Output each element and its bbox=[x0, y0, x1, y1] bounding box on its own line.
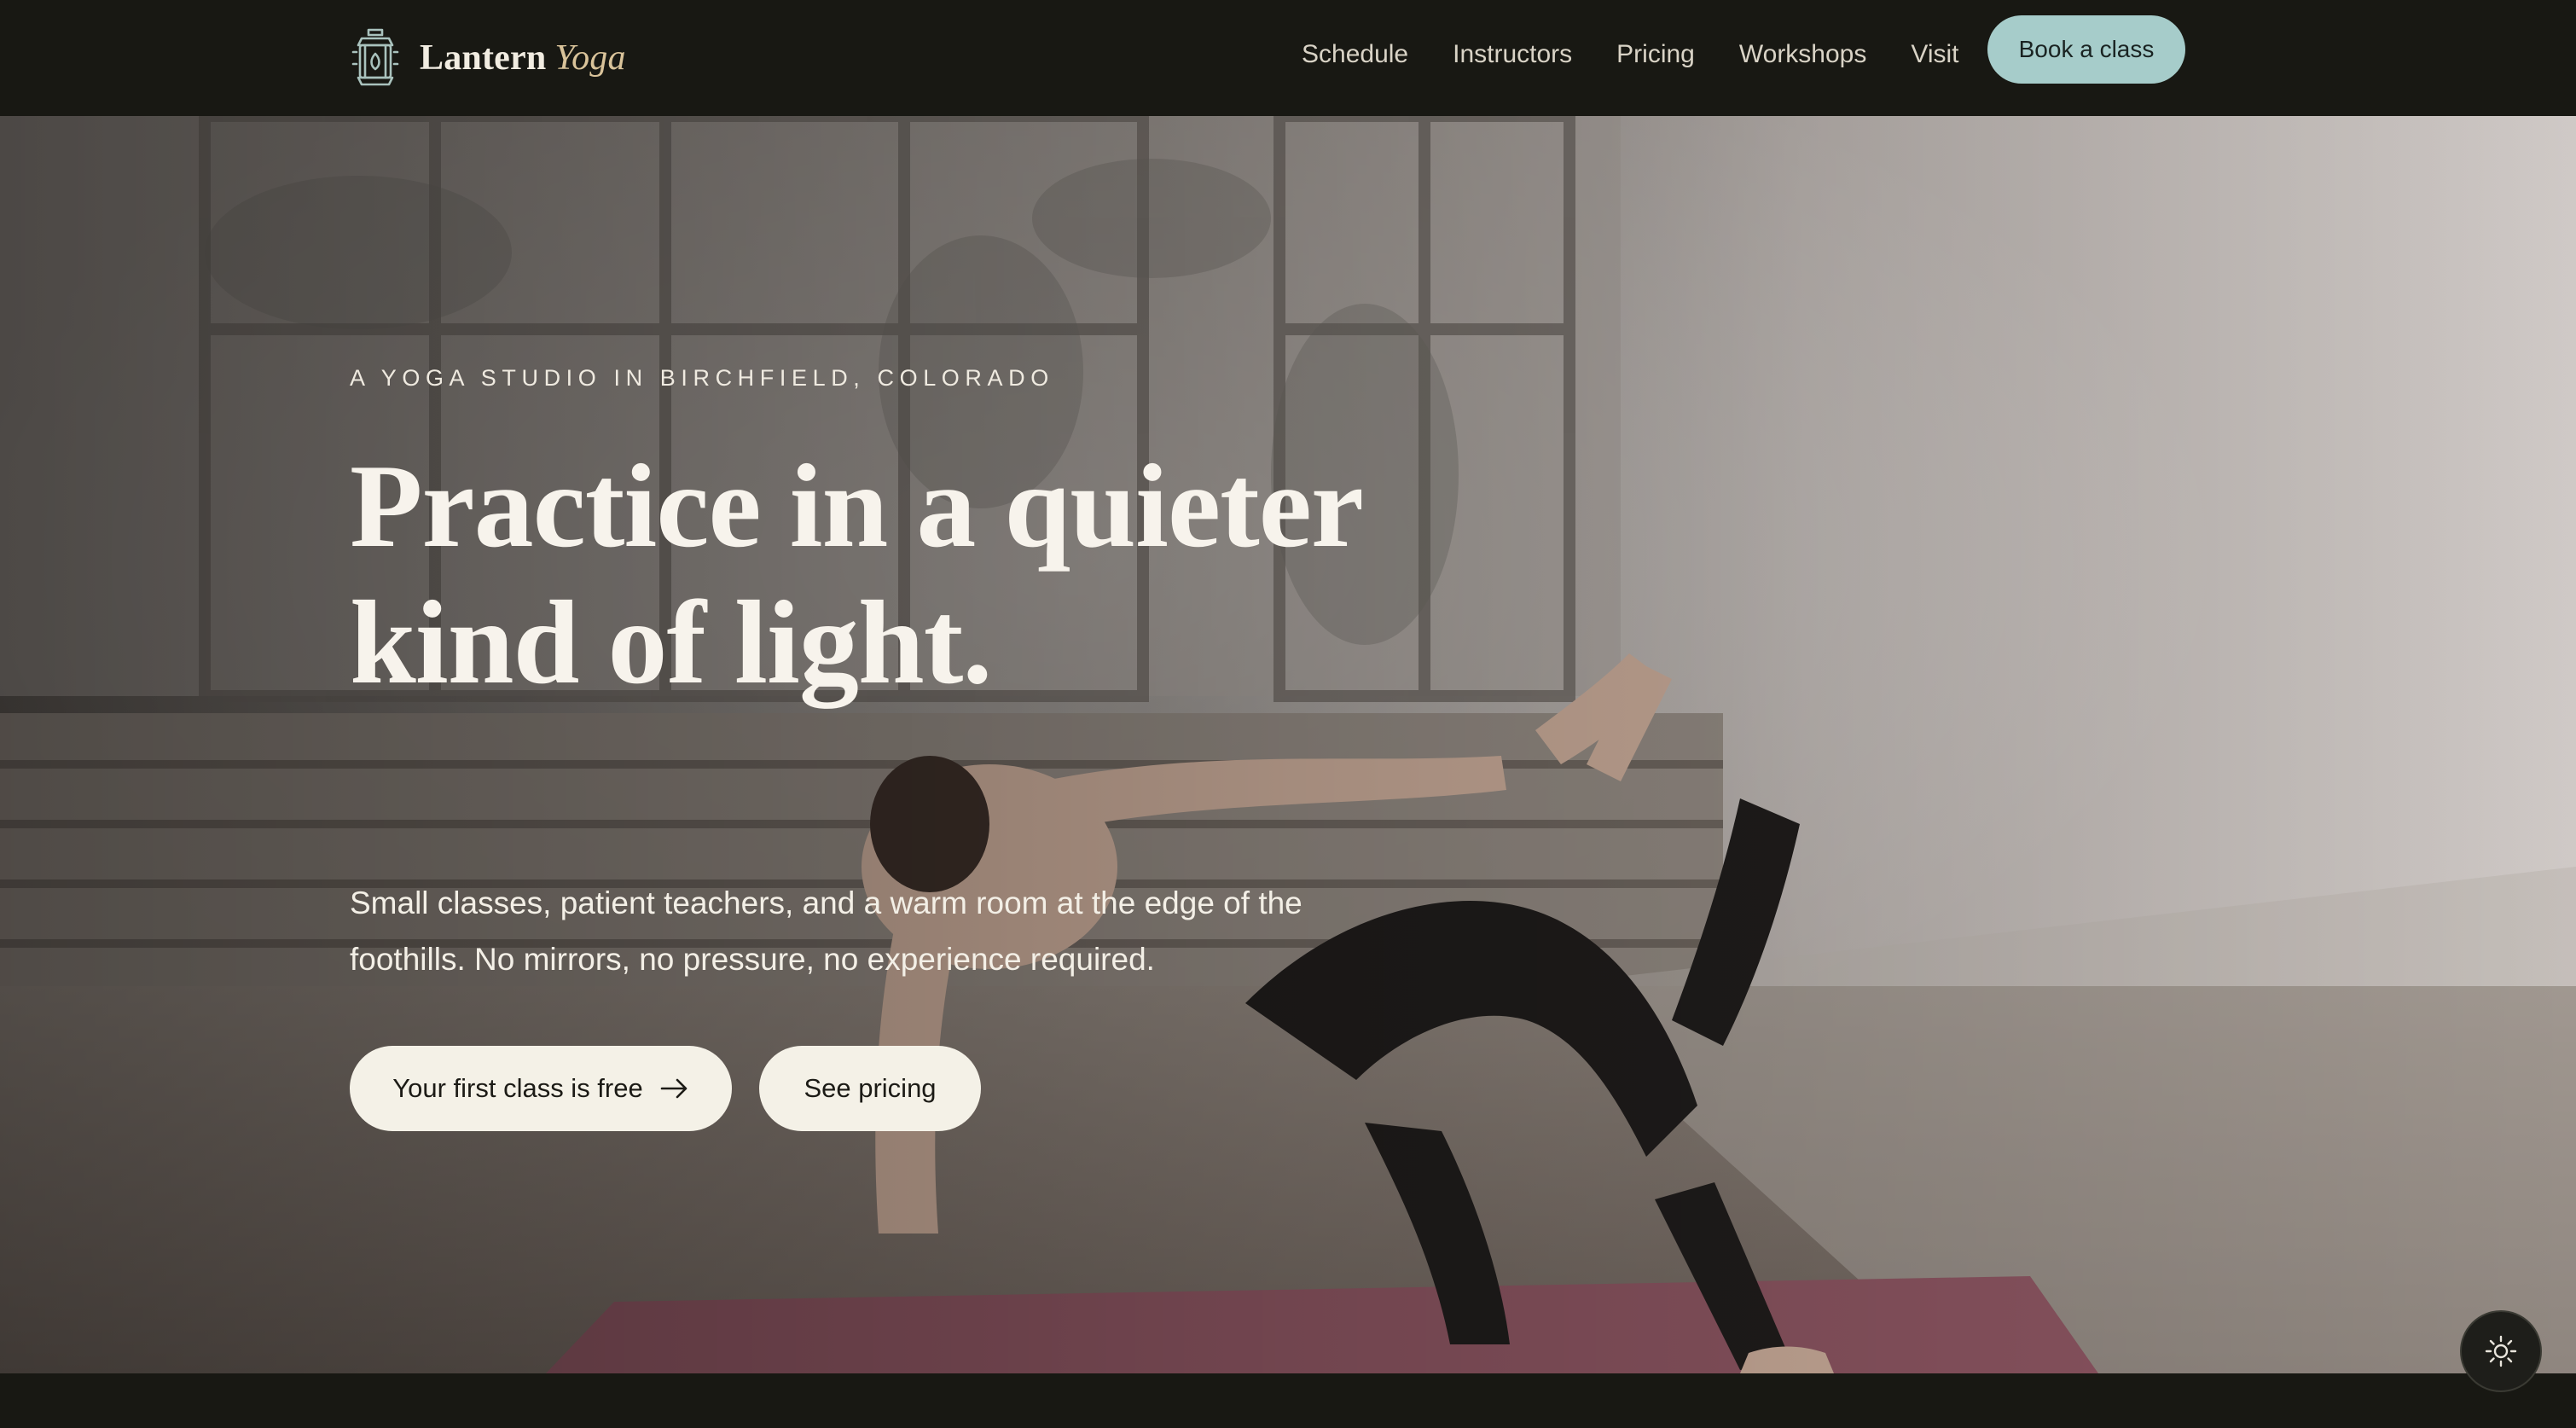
first-class-free-label: Your first class is free bbox=[392, 1073, 643, 1103]
brand-name: Lantern bbox=[420, 38, 547, 78]
hero-background-photo bbox=[0, 116, 2576, 1373]
nav-link-instructors[interactable]: Instructors bbox=[1453, 40, 1572, 69]
hero-lede: Small classes, patient teachers, and a w… bbox=[350, 885, 1303, 977]
hero-eyebrow: A YOGA STUDIO IN BIRCHFIELD, COLORADO bbox=[350, 365, 1054, 391]
nav-link-pricing[interactable]: Pricing bbox=[1616, 40, 1695, 69]
sun-icon bbox=[2485, 1335, 2517, 1367]
arrow-right-icon bbox=[660, 1078, 688, 1099]
see-pricing-button[interactable]: See pricing bbox=[759, 1046, 981, 1131]
hero-section: A YOGA STUDIO IN BIRCHFIELD, COLORADO Pr… bbox=[0, 116, 2576, 1373]
page-bottom-strip bbox=[0, 1373, 2576, 1428]
book-class-button[interactable]: Book a class bbox=[1987, 15, 2185, 84]
theme-toggle-button[interactable] bbox=[2460, 1310, 2542, 1392]
hero-cta-row: Your first class is free See pricing bbox=[350, 1046, 981, 1131]
nav-link-workshops[interactable]: Workshops bbox=[1739, 40, 1867, 69]
nav-link-visit[interactable]: Visit bbox=[1911, 40, 1958, 69]
main-nav: Schedule Instructors Pricing Workshops V… bbox=[1302, 0, 1959, 109]
hero-headline: Practice in a quieter kind of light. bbox=[350, 440, 1361, 709]
brand-logo-link[interactable]: Lantern Yoga bbox=[350, 26, 626, 90]
brand-accent: Yoga bbox=[554, 38, 626, 78]
lantern-icon bbox=[351, 28, 399, 86]
brand-wordmark: Lantern Yoga bbox=[420, 38, 626, 78]
site-header: Lantern Yoga Schedule Instructors Pricing… bbox=[0, 0, 2576, 116]
nav-link-schedule[interactable]: Schedule bbox=[1302, 40, 1408, 69]
first-class-free-button[interactable]: Your first class is free bbox=[350, 1046, 732, 1131]
